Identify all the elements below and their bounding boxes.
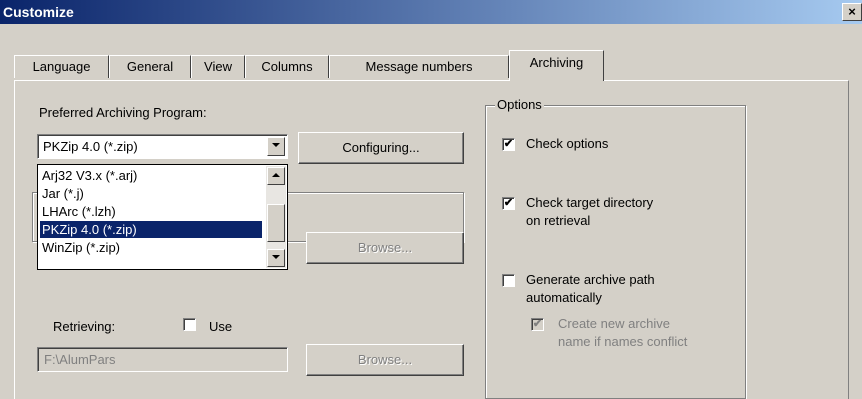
options-title: Options	[495, 97, 544, 112]
tab-general[interactable]: General	[109, 55, 191, 78]
chevron-up-icon	[272, 173, 280, 177]
check-target-checkbox[interactable]: ✔	[502, 197, 515, 210]
list-item[interactable]: LHArc (*.lzh)	[40, 203, 262, 220]
tab-archiving[interactable]: Archiving	[509, 50, 604, 81]
tab-label: View	[204, 59, 232, 74]
configuring-button-label: Configuring...	[342, 140, 420, 155]
chevron-down-icon	[272, 255, 280, 259]
list-item[interactable]: WinZip (*.zip)	[40, 239, 262, 256]
tab-label: General	[126, 59, 174, 74]
list-scrollbar[interactable]	[266, 166, 286, 268]
check-icon: ✔	[532, 318, 543, 330]
archive-program-value: PKZip 4.0 (*.zip)	[43, 139, 138, 154]
list-item[interactable]: Jar (*.j)	[40, 185, 262, 202]
list-item[interactable]: Arj32 V3.x (*.arj)	[40, 167, 262, 184]
configuring-button[interactable]: Configuring...	[298, 132, 464, 164]
check-icon: ✔	[503, 138, 514, 150]
check-target-label-1: Check target directory	[526, 195, 654, 210]
check-options-label: Check options	[526, 136, 609, 151]
tab-label: Archiving	[529, 55, 584, 70]
options-group	[485, 105, 746, 399]
browse-button-retrieving[interactable]: Browse...	[306, 344, 464, 376]
tab-language[interactable]: Language	[14, 55, 109, 78]
tab-message-numbers[interactable]: Message numbers	[329, 55, 509, 78]
retrieving-path-value: F:\AlumPars	[44, 352, 116, 367]
browse-button-archiving[interactable]: Browse...	[306, 232, 464, 264]
title-bar: Customize	[0, 0, 862, 24]
scroll-up-button[interactable]	[267, 167, 285, 185]
scroll-thumb[interactable]	[267, 204, 285, 242]
close-button[interactable]: ×	[842, 3, 862, 21]
preferred-program-label: Preferred Archiving Program:	[39, 105, 207, 120]
tab-view[interactable]: View	[191, 55, 245, 78]
archive-program-list[interactable]: Arj32 V3.x (*.arj) Jar (*.j) LHArc (*.lz…	[37, 164, 288, 270]
scroll-down-button[interactable]	[267, 249, 285, 267]
dropdown-button[interactable]	[267, 137, 285, 156]
browse-label: Browse...	[357, 240, 413, 255]
use-checkbox[interactable]	[183, 318, 196, 331]
close-icon: ×	[848, 4, 856, 19]
tab-label: Message numbers	[365, 59, 473, 74]
browse-label: Browse...	[357, 352, 413, 367]
check-options-checkbox[interactable]: ✔	[502, 138, 515, 151]
retrieving-path-field[interactable]: F:\AlumPars	[37, 347, 288, 372]
archive-program-select[interactable]: PKZip 4.0 (*.zip)	[37, 134, 288, 159]
create-new-label-1: Create new archive	[558, 316, 670, 331]
use-label: Use	[209, 319, 233, 334]
retrieving-label: Retrieving:	[53, 319, 116, 334]
check-icon: ✔	[503, 197, 514, 209]
chevron-down-icon	[272, 143, 280, 147]
tab-label: Language	[32, 59, 91, 74]
create-new-checkbox[interactable]: ✔	[531, 318, 544, 331]
list-item-selected[interactable]: PKZip 4.0 (*.zip)	[40, 221, 262, 238]
tab-columns[interactable]: Columns	[245, 55, 329, 78]
generate-path-checkbox[interactable]	[502, 274, 515, 287]
tab-label: Columns	[261, 59, 313, 74]
window-title: Customize	[3, 4, 74, 20]
create-new-label-2: name if names conflict	[558, 334, 688, 349]
check-target-label-2: on retrieval	[526, 213, 591, 228]
generate-path-label-1: Generate archive path	[526, 272, 655, 287]
generate-path-label-2: automatically	[526, 290, 602, 305]
